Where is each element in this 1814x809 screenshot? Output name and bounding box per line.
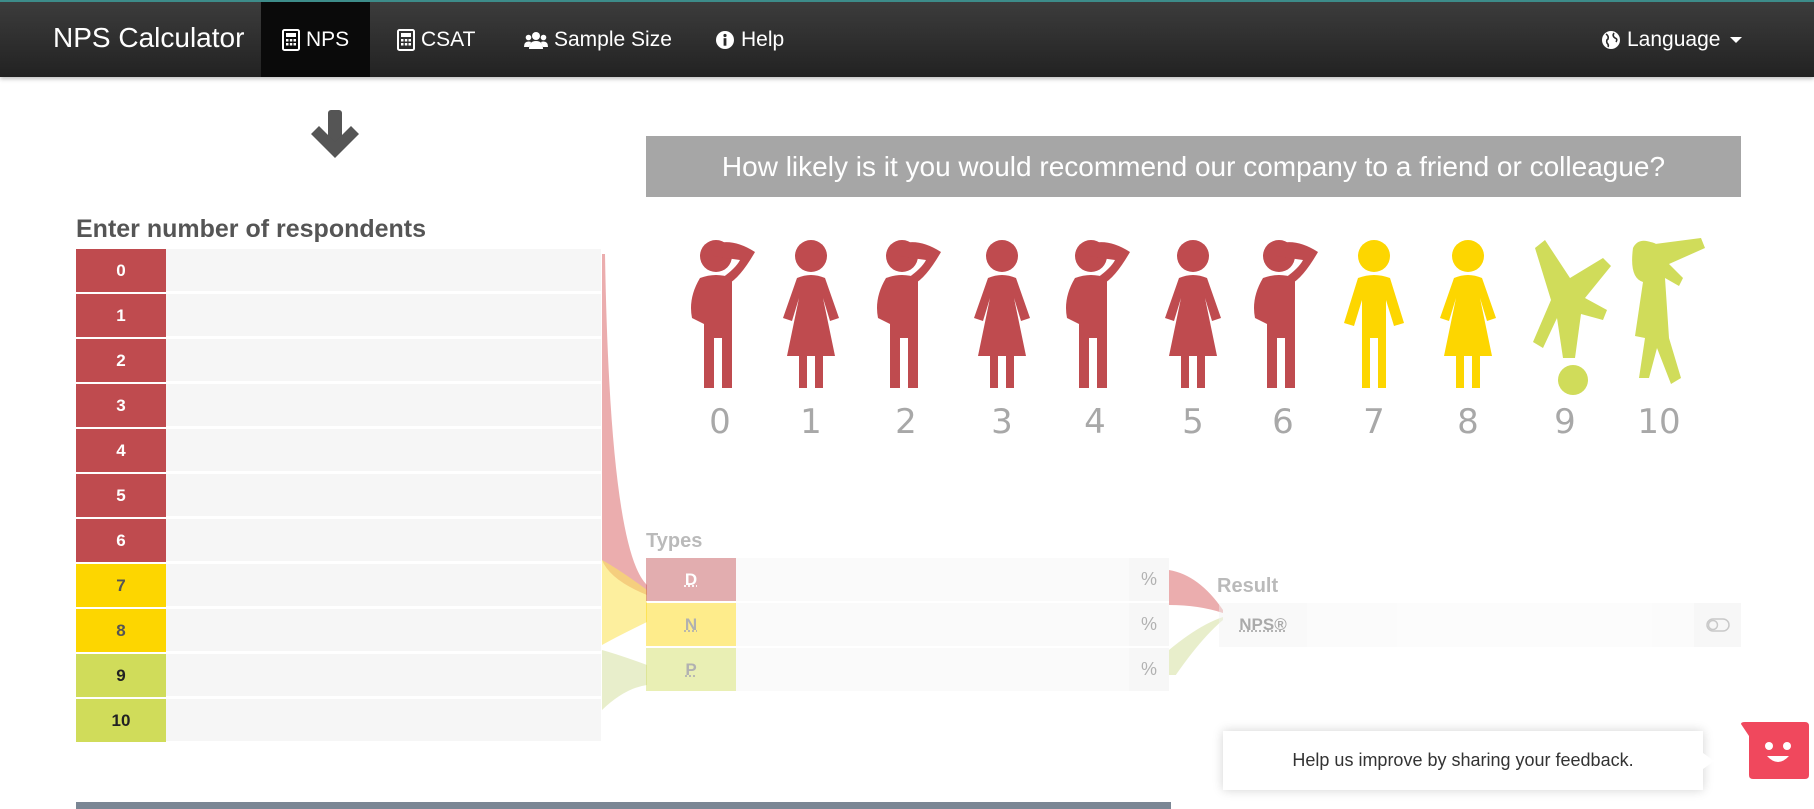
respondent-row: 3 [76, 384, 601, 428]
tab-csat[interactable]: CSAT [376, 2, 496, 77]
type-value-field[interactable] [736, 558, 1129, 601]
feedback-prompt[interactable]: Help us improve by sharing your feedback… [1223, 731, 1714, 790]
types-heading: Types [646, 530, 703, 552]
flow-ribbons-left [602, 254, 647, 710]
scale-number: 4 [1084, 402, 1106, 442]
scale-number: 2 [895, 402, 917, 442]
scale-number: 1 [800, 402, 822, 442]
top-navbar: NPS Calculator NPS CSAT Sample Size Help… [0, 0, 1814, 77]
nps-question: How likely is it you would recommend our… [646, 136, 1741, 197]
respondent-count-input[interactable] [166, 339, 601, 382]
score-label: 3 [76, 384, 166, 428]
respondent-count-input[interactable] [166, 384, 601, 427]
score-label: 2 [76, 339, 166, 383]
feedback-smiley-icon[interactable] [1741, 722, 1809, 779]
caret-down-icon [1730, 36, 1743, 43]
person-figure-icon [670, 238, 770, 398]
language-dropdown[interactable]: Language [1580, 2, 1763, 77]
person-figure-icon [856, 238, 956, 398]
respondent-row: 4 [76, 429, 601, 473]
info-circle-icon [716, 30, 734, 49]
tab-sample-size[interactable]: Sample Size [503, 2, 693, 77]
respondents-heading: Enter number of respondents [76, 215, 427, 243]
score-label: 6 [76, 519, 166, 563]
tab-help-label: Help [741, 27, 785, 51]
nps-result-field[interactable] [1307, 603, 1694, 647]
score-label: 1 [76, 294, 166, 338]
toggle-icon[interactable] [1694, 603, 1741, 647]
calculator-icon [282, 28, 300, 51]
person-figure-icon [1143, 238, 1243, 398]
score-label: 8 [76, 609, 166, 653]
type-row: N% [646, 603, 1169, 647]
tab-help[interactable]: Help [694, 2, 805, 77]
nps-result-label: NPS® [1219, 603, 1307, 647]
scale-number: 0 [709, 402, 731, 442]
percent-addon: % [1129, 603, 1169, 646]
person-figure-icon [1609, 238, 1709, 398]
person-figure-icon [761, 238, 861, 398]
globe-icon [1602, 30, 1620, 49]
nps-result-row: NPS® [1219, 603, 1741, 647]
score-label: 4 [76, 429, 166, 473]
person-figure-icon [1418, 238, 1518, 398]
respondent-row: 8 [76, 609, 601, 653]
type-label: D [646, 558, 736, 602]
score-label: 5 [76, 474, 166, 518]
tab-nps[interactable]: NPS [261, 2, 371, 77]
person-figure-icon [1233, 238, 1333, 398]
respondent-count-input[interactable] [166, 654, 601, 697]
respondent-count-input[interactable] [166, 519, 601, 562]
scale-number: 7 [1363, 402, 1385, 442]
scale-number: 9 [1554, 402, 1576, 442]
calculator-icon [397, 28, 415, 51]
respondent-count-input[interactable] [166, 429, 601, 472]
respondent-row: 9 [76, 654, 601, 698]
type-value-field[interactable] [736, 603, 1129, 646]
respondent-row: 2 [76, 339, 601, 383]
users-icon [524, 31, 548, 49]
type-row: P% [646, 648, 1169, 692]
scale-number: 6 [1272, 402, 1294, 442]
tab-csat-label: CSAT [421, 27, 476, 51]
tab-nps-label: NPS [306, 27, 350, 51]
type-label: P [646, 648, 736, 692]
respondent-row: 0 [76, 249, 601, 293]
result-heading: Result [1217, 575, 1279, 597]
percent-addon: % [1129, 558, 1169, 601]
respondent-row: 1 [76, 294, 601, 338]
respondent-count-input[interactable] [166, 564, 601, 607]
type-value-field[interactable] [736, 648, 1129, 691]
respondent-row: 10 [76, 699, 601, 743]
person-figure-icon [1324, 238, 1424, 398]
score-label: 0 [76, 249, 166, 293]
type-row: D% [646, 558, 1169, 602]
scale-number: 10 [1637, 402, 1681, 442]
respondent-count-input[interactable] [166, 474, 601, 517]
respondent-count-input[interactable] [166, 294, 601, 337]
respondent-row: 6 [76, 519, 601, 563]
score-label: 7 [76, 564, 166, 608]
scale-number: 3 [991, 402, 1013, 442]
scale-number: 5 [1182, 402, 1204, 442]
brand-title[interactable]: NPS Calculator [53, 22, 244, 54]
respondent-row: 5 [76, 474, 601, 518]
language-label: Language [1627, 27, 1721, 51]
person-figure-icon [952, 238, 1052, 398]
scale-number: 8 [1457, 402, 1479, 442]
respondent-count-input[interactable] [166, 699, 601, 742]
type-label: N [646, 603, 736, 647]
tab-sample-size-label: Sample Size [554, 27, 672, 51]
score-label: 10 [76, 699, 166, 743]
respondent-count-input[interactable] [166, 609, 601, 652]
footer-bar [76, 802, 1171, 809]
score-label: 9 [76, 654, 166, 698]
feedback-text: Help us improve by sharing your feedback… [1292, 750, 1634, 770]
percent-addon: % [1129, 648, 1169, 691]
arrow-down-icon [311, 110, 359, 158]
respondent-count-input[interactable] [166, 249, 601, 292]
person-figure-icon [1045, 238, 1145, 398]
respondent-row: 7 [76, 564, 601, 608]
